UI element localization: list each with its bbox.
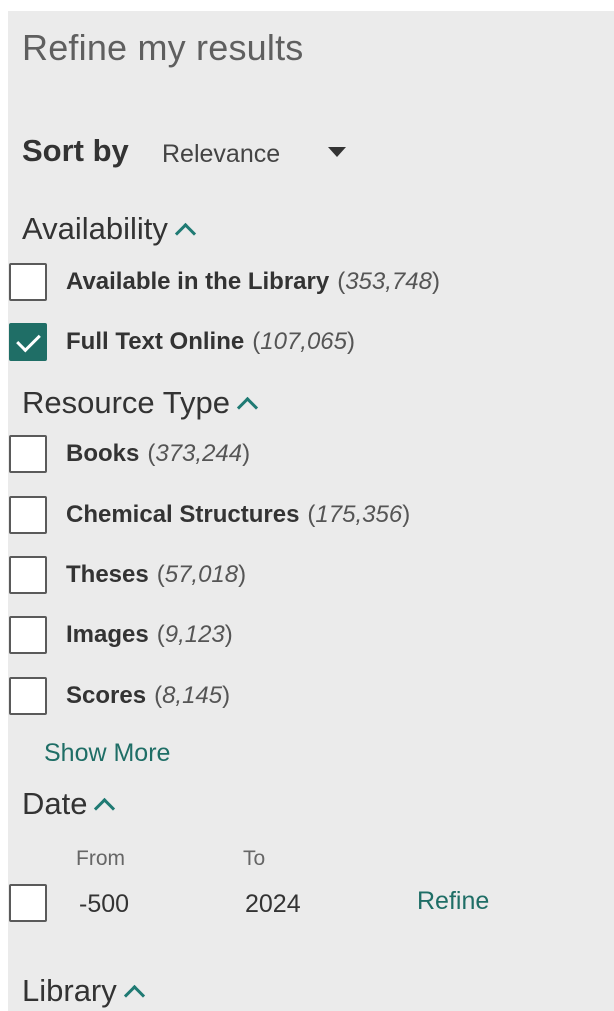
availability-heading-label: Availability [22,211,168,246]
checkbox[interactable] [9,263,47,301]
show-more-link[interactable]: Show More [44,739,170,768]
facet-books[interactable]: Books (373,244) [9,435,250,473]
facet-count: (107,065) [252,328,355,355]
facet-label: Theses [66,561,149,588]
availability-heading[interactable]: Availability [22,211,196,247]
facet-theses[interactable]: Theses (57,018) [9,556,246,594]
facet-count: (353,748) [337,268,440,295]
sort-by-label: Sort by [22,133,129,168]
resource-type-heading-label: Resource Type [22,385,230,420]
checkbox[interactable] [9,496,47,534]
facet-label: Available in the Library [66,268,330,295]
chevron-up-icon[interactable] [94,797,116,820]
facet-available-library[interactable]: Available in the Library (353,748) [9,263,440,301]
sort-select-value[interactable]: Relevance [162,140,280,169]
date-refine-link[interactable]: Refine [417,887,489,916]
date-heading[interactable]: Date [22,786,116,822]
checkbox[interactable] [9,556,47,594]
facet-chemical-structures[interactable]: Chemical Structures (175,356) [9,496,410,534]
chevron-up-icon[interactable] [174,222,196,245]
facet-count: (9,123) [156,621,233,648]
refine-panel: Refine my results Sort by Relevance Avai… [8,11,614,1011]
facet-scores[interactable]: Scores (8,145) [9,677,230,715]
library-heading[interactable]: Library [22,973,145,1009]
facet-label: Images [66,621,149,648]
checkbox[interactable] [9,435,47,473]
date-to-input[interactable]: 2024 [245,890,301,919]
facet-label: Books [66,440,140,467]
date-from-input[interactable]: -500 [79,890,129,919]
facet-label: Scores [66,682,147,709]
date-to-label: To [243,847,266,870]
checkbox[interactable] [9,616,47,654]
caret-down-icon[interactable] [328,147,346,157]
date-heading-label: Date [22,786,88,821]
facet-count: (57,018) [156,561,247,588]
facet-count: (175,356) [307,501,411,528]
facet-images[interactable]: Images (9,123) [9,616,233,654]
panel-title: Refine my results [22,27,304,68]
facet-label: Full Text Online [66,328,245,355]
checkbox[interactable] [9,677,47,715]
facet-count: (8,145) [154,682,231,709]
date-checkbox-row[interactable] [9,884,47,922]
library-heading-label: Library [22,973,117,1008]
checkbox[interactable] [9,884,47,922]
checkbox-checked[interactable] [9,323,47,361]
resource-type-heading[interactable]: Resource Type [22,385,259,421]
facet-label: Chemical Structures [66,501,300,528]
facet-count: (373,244) [147,440,251,467]
date-from-label: From [76,847,125,870]
facet-full-text-online[interactable]: Full Text Online (107,065) [9,323,355,361]
chevron-up-icon[interactable] [236,396,259,419]
